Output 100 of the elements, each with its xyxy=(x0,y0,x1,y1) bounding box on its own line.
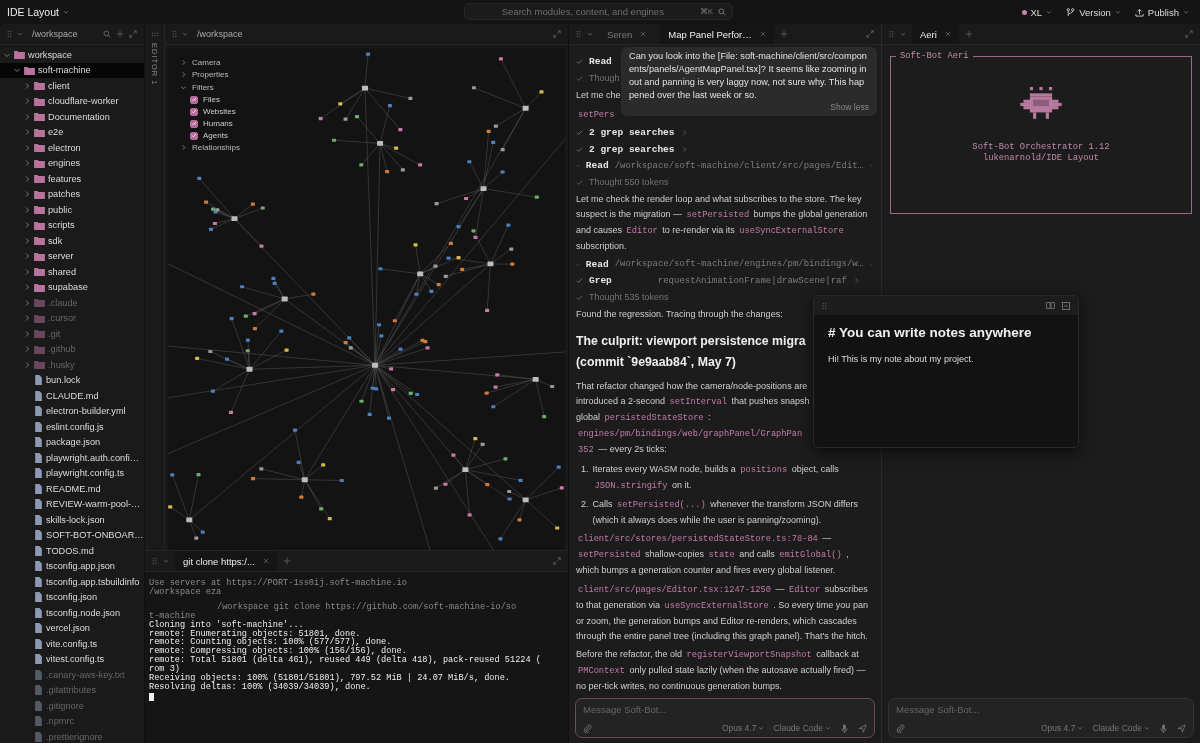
tree-item[interactable]: skills-lock.json xyxy=(0,512,144,528)
expand-icon[interactable] xyxy=(129,30,137,38)
tree-item[interactable]: SOFT-BOT-ONBOAR… xyxy=(0,527,144,543)
grip-icon[interactable] xyxy=(7,30,12,38)
mic-icon[interactable] xyxy=(1159,723,1168,733)
tree-item[interactable]: bun.lock xyxy=(0,372,144,388)
tree-item[interactable]: patches xyxy=(0,186,144,202)
caret-icon[interactable] xyxy=(587,31,593,37)
caret-icon[interactable] xyxy=(900,31,906,37)
plus-icon[interactable] xyxy=(779,30,788,38)
tree-item[interactable]: workspace xyxy=(0,47,144,63)
caret-icon[interactable] xyxy=(182,31,188,37)
expand-icon[interactable] xyxy=(866,30,874,38)
mode-dropdown[interactable]: Claude Code xyxy=(773,723,831,733)
tree-item[interactable]: engines xyxy=(0,155,144,171)
tree-item[interactable]: cloudflare-worker xyxy=(0,93,144,109)
filter-option[interactable]: Humans xyxy=(180,117,241,130)
search-bar[interactable]: Search modules, content, and engines ⌘K xyxy=(464,3,733,20)
checkbox[interactable] xyxy=(190,107,198,116)
checkbox[interactable] xyxy=(190,95,198,104)
size-menu[interactable]: XL xyxy=(1021,6,1053,18)
chevron-icon[interactable] xyxy=(680,145,688,153)
tree-item[interactable]: playwright.config.ts xyxy=(0,465,144,481)
tree-item[interactable]: Documentation xyxy=(0,109,144,125)
tree-item[interactable]: tsconfig.app.tsbuildinfo xyxy=(0,574,144,590)
close-icon[interactable] xyxy=(640,31,647,37)
tree-item[interactable]: README.md xyxy=(0,481,144,497)
tree-item[interactable]: scripts xyxy=(0,217,144,233)
tree-item[interactable]: public xyxy=(0,202,144,218)
send-icon[interactable] xyxy=(1177,723,1186,733)
caret-icon[interactable] xyxy=(163,558,169,564)
tree-item[interactable]: client xyxy=(0,78,144,94)
grip-icon[interactable] xyxy=(150,32,159,37)
checkbox[interactable] xyxy=(190,119,198,128)
tree-item[interactable]: REVIEW-warm-pool-… xyxy=(0,496,144,512)
tree-item[interactable]: shared xyxy=(0,264,144,280)
tree-item[interactable]: CLAUDE.md xyxy=(0,388,144,404)
tree-item[interactable]: tsconfig.json xyxy=(0,589,144,605)
tree-item[interactable]: tsconfig.node.json xyxy=(0,605,144,621)
grip-icon[interactable] xyxy=(822,301,827,310)
tree-item[interactable]: vercel.json xyxy=(0,620,144,636)
graph-section-toggle[interactable]: Relationships xyxy=(180,141,241,154)
graph-section-toggle[interactable]: Filters xyxy=(180,81,241,94)
tree-item[interactable]: supabase xyxy=(0,279,144,295)
expand-icon[interactable] xyxy=(1185,30,1193,38)
tree-item[interactable]: vitest.config.ts xyxy=(0,651,144,667)
tree-item[interactable]: server xyxy=(0,248,144,264)
agent-tab[interactable]: Aeri xyxy=(912,24,959,44)
grip-icon[interactable] xyxy=(152,557,157,565)
close-icon[interactable] xyxy=(944,31,951,37)
mic-icon[interactable] xyxy=(840,723,849,733)
filter-option[interactable]: Websites xyxy=(180,105,241,118)
tree-item[interactable]: e2e xyxy=(0,124,144,140)
message-composer[interactable]: Message Soft-Bot... Opus 4.7 Claude Code xyxy=(888,698,1194,738)
tree-item[interactable]: features xyxy=(0,171,144,187)
version-menu[interactable]: Version xyxy=(1066,6,1121,18)
tree-item[interactable]: package.json xyxy=(0,434,144,450)
chat-tab[interactable]: Map Panel Perfor… xyxy=(660,24,774,44)
plus-icon[interactable] xyxy=(282,557,291,565)
filter-option[interactable]: Files xyxy=(180,93,241,106)
attach-icon[interactable] xyxy=(896,723,905,733)
checkbox[interactable] xyxy=(190,131,198,140)
tree-item[interactable]: eslint.config.js xyxy=(0,419,144,435)
tree-item[interactable]: electron xyxy=(0,140,144,156)
attach-icon[interactable] xyxy=(583,723,592,733)
panel-icon[interactable] xyxy=(1062,301,1070,310)
tree-item[interactable]: sdk xyxy=(0,233,144,249)
plus-icon[interactable] xyxy=(964,30,973,38)
search-field[interactable]: Search modules, content, and engines xyxy=(471,6,695,17)
expand-icon[interactable] xyxy=(553,30,561,38)
message-field[interactable]: Message Soft-Bot... xyxy=(583,702,867,716)
plus-icon[interactable] xyxy=(116,30,124,38)
grip-icon[interactable] xyxy=(889,30,894,38)
filter-option[interactable]: Agents xyxy=(180,129,241,142)
tree-item[interactable]: soft-machine xyxy=(0,62,144,78)
chevron-icon[interactable] xyxy=(680,129,688,136)
close-icon[interactable] xyxy=(759,31,766,37)
caret-icon[interactable] xyxy=(17,31,23,37)
graph-section-toggle[interactable]: Camera xyxy=(180,56,241,69)
message-composer[interactable]: Message Soft-Bot... Opus 4.7 Claude Code xyxy=(575,698,875,738)
search-icon[interactable] xyxy=(103,30,111,38)
grip-icon[interactable] xyxy=(172,30,177,38)
terminal-tab[interactable]: git clone https:/... xyxy=(175,551,277,571)
book-icon[interactable] xyxy=(1046,302,1055,309)
tree-item[interactable]: playwright.auth.confi… xyxy=(0,450,144,466)
model-dropdown[interactable]: Opus 4.7 xyxy=(721,723,765,733)
message-field[interactable]: Message Soft-Bot... xyxy=(896,702,1186,716)
tree-item[interactable]: tsconfig.app.json xyxy=(0,558,144,574)
project-menu[interactable]: IDE Layout xyxy=(7,6,69,18)
publish-menu[interactable]: Publish xyxy=(1134,6,1189,18)
chevron-icon[interactable] xyxy=(852,277,860,284)
close-icon[interactable] xyxy=(262,558,269,564)
graph-section-toggle[interactable]: Properties xyxy=(180,68,241,81)
tree-item[interactable]: TODOS.md xyxy=(0,543,144,559)
expand-icon[interactable] xyxy=(553,557,561,565)
mode-dropdown[interactable]: Claude Code xyxy=(1092,723,1150,733)
tree-item[interactable]: electron-builder.yml xyxy=(0,403,144,419)
send-icon[interactable] xyxy=(858,723,867,733)
chat-tab[interactable]: Seren xyxy=(599,24,655,44)
model-dropdown[interactable]: Opus 4.7 xyxy=(1040,723,1084,733)
